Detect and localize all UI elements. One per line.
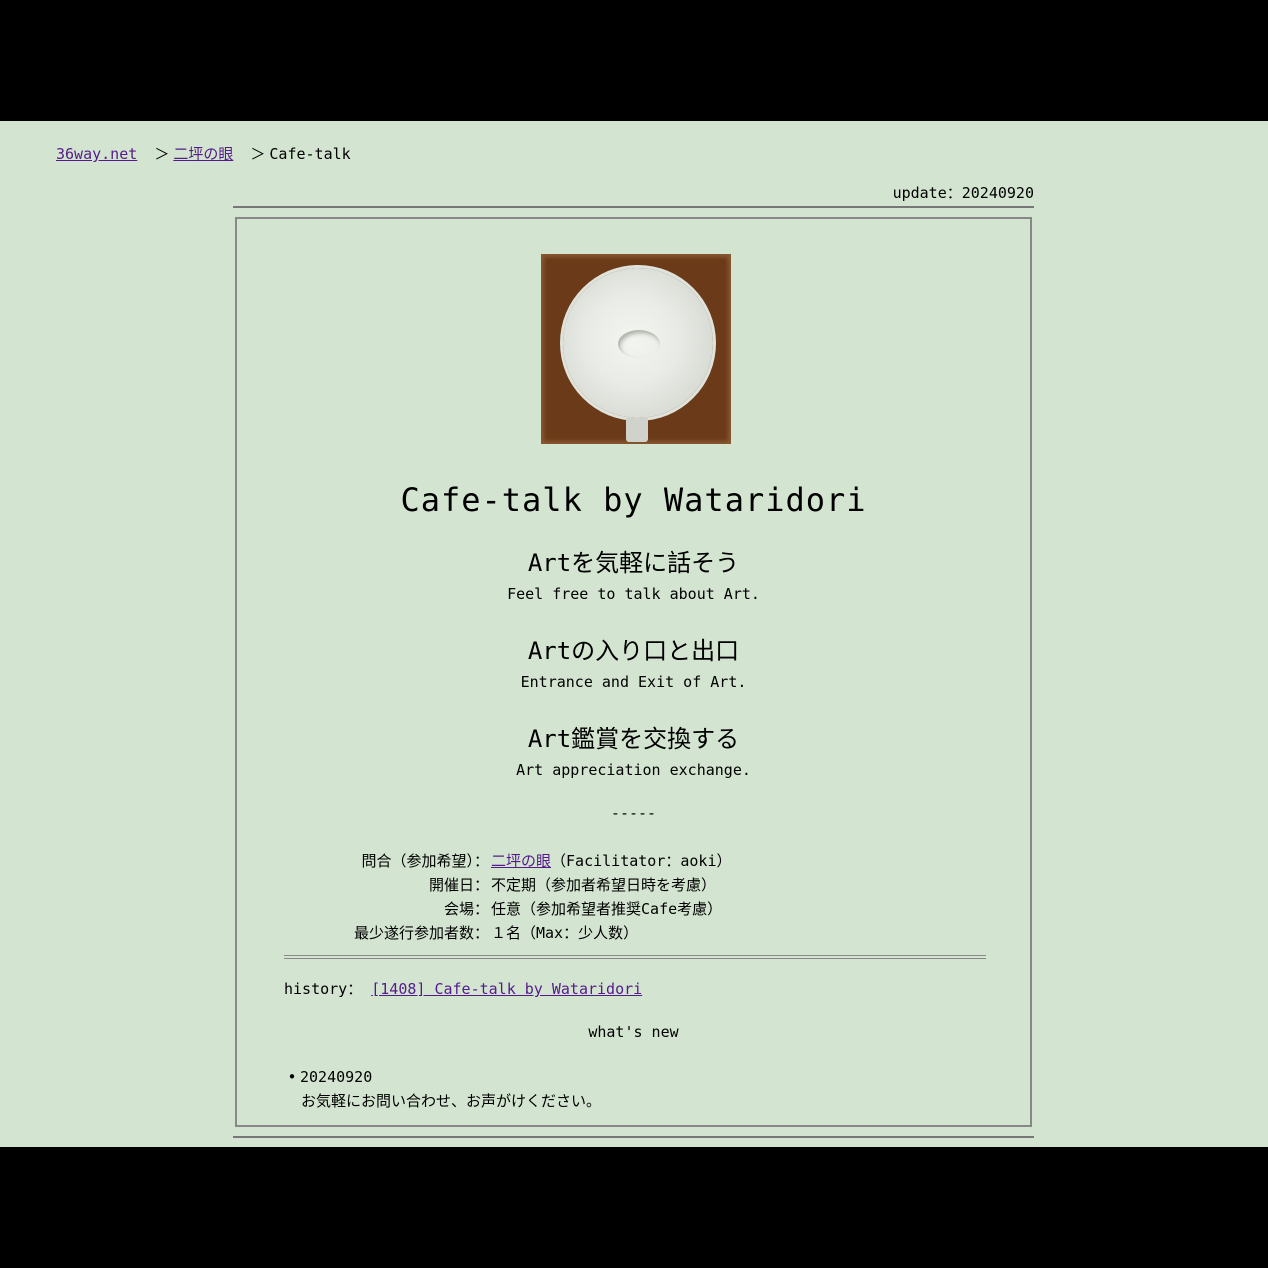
info-row-date: 開催日： 不定期（参加者希望日時を考慮）: [343, 873, 731, 897]
info-row-min: 最少遂行参加者数： １名（Max：少人数）: [343, 921, 731, 945]
top-rule: [233, 206, 1034, 208]
breadcrumb-separator: ＞: [154, 145, 170, 163]
double-divider: [284, 955, 986, 959]
page: 36way.net ＞二坪の眼 ＞ Cafe-talk update：202409…: [0, 121, 1268, 1147]
coffee-cup-eye-image: [541, 254, 731, 444]
info-row-contact: 問合（参加希望）： 二坪の眼（Facilitator：aoki）: [343, 849, 731, 873]
cup-icon: [563, 268, 713, 418]
breadcrumb-separator: ＞: [250, 145, 266, 163]
history: history： [1408] Cafe-talk by Wataridori: [284, 978, 642, 999]
news-text: お気軽にお問い合わせ、お声がけください。: [301, 1092, 602, 1110]
tagline-en-1: Feel free to talk about Art.: [507, 585, 760, 603]
info-val-contact: 二坪の眼（Facilitator：aoki）: [489, 849, 731, 873]
event-info: 問合（参加希望）： 二坪の眼（Facilitator：aoki） 開催日： 不定…: [343, 849, 732, 945]
info-row-venue: 会場： 任意（参加希望者推奨Cafe考慮）: [343, 897, 731, 921]
contact-link[interactable]: 二坪の眼: [491, 852, 551, 870]
breadcrumb-current: Cafe-talk: [269, 145, 351, 163]
info-key-date: 開催日：: [428, 876, 489, 894]
update-date: update：20240920: [892, 184, 1034, 202]
cup-handle-icon: [626, 418, 648, 442]
whats-new-heading: what's new: [588, 1023, 679, 1041]
info-val-date: 不定期（参加者希望日時を考慮）: [491, 876, 717, 894]
list-item: • 20240920 お気軽にお問い合わせ、お声がけください。: [284, 1065, 601, 1113]
info-val-min: １名（Max：少人数）: [491, 924, 639, 942]
info-key-contact: 問合（参加希望）：: [361, 852, 489, 870]
history-label: history：: [284, 980, 363, 998]
content-box: Cafe-talk by Wataridori Artを気軽に話そう Feel …: [235, 217, 1032, 1127]
tagline-ja-3: Art鑑賞を交換する: [527, 725, 740, 753]
facilitator-text: （Facilitator：aoki）: [551, 852, 732, 870]
info-key-venue: 会場：: [443, 900, 489, 918]
bullet-icon: •: [287, 1068, 297, 1086]
page-title: Cafe-talk by Wataridori: [400, 481, 867, 519]
news-date: 20240920: [300, 1068, 373, 1086]
bottom-rule: [233, 1136, 1034, 1138]
news-list: • 20240920 お気軽にお問い合わせ、お声がけください。: [284, 1065, 601, 1113]
info-key-min: 最少遂行参加者数：: [353, 924, 489, 942]
dash-divider: -----: [610, 804, 657, 822]
breadcrumb: 36way.net ＞二坪の眼 ＞ Cafe-talk: [56, 143, 351, 164]
tagline-ja-1: Artを気軽に話そう: [527, 549, 740, 577]
history-link[interactable]: [1408] Cafe-talk by Wataridori: [371, 980, 642, 998]
info-val-venue: 任意（参加希望者推奨Cafe考慮）: [491, 900, 723, 918]
tagline-en-3: Art appreciation exchange.: [516, 761, 751, 779]
breadcrumb-section-link[interactable]: 二坪の眼: [173, 145, 233, 163]
tagline-en-2: Entrance and Exit of Art.: [520, 673, 747, 691]
breadcrumb-home-link[interactable]: 36way.net: [56, 145, 137, 163]
tagline-ja-2: Artの入り口と出口: [527, 637, 740, 665]
eye-swirl-icon: [618, 330, 660, 358]
